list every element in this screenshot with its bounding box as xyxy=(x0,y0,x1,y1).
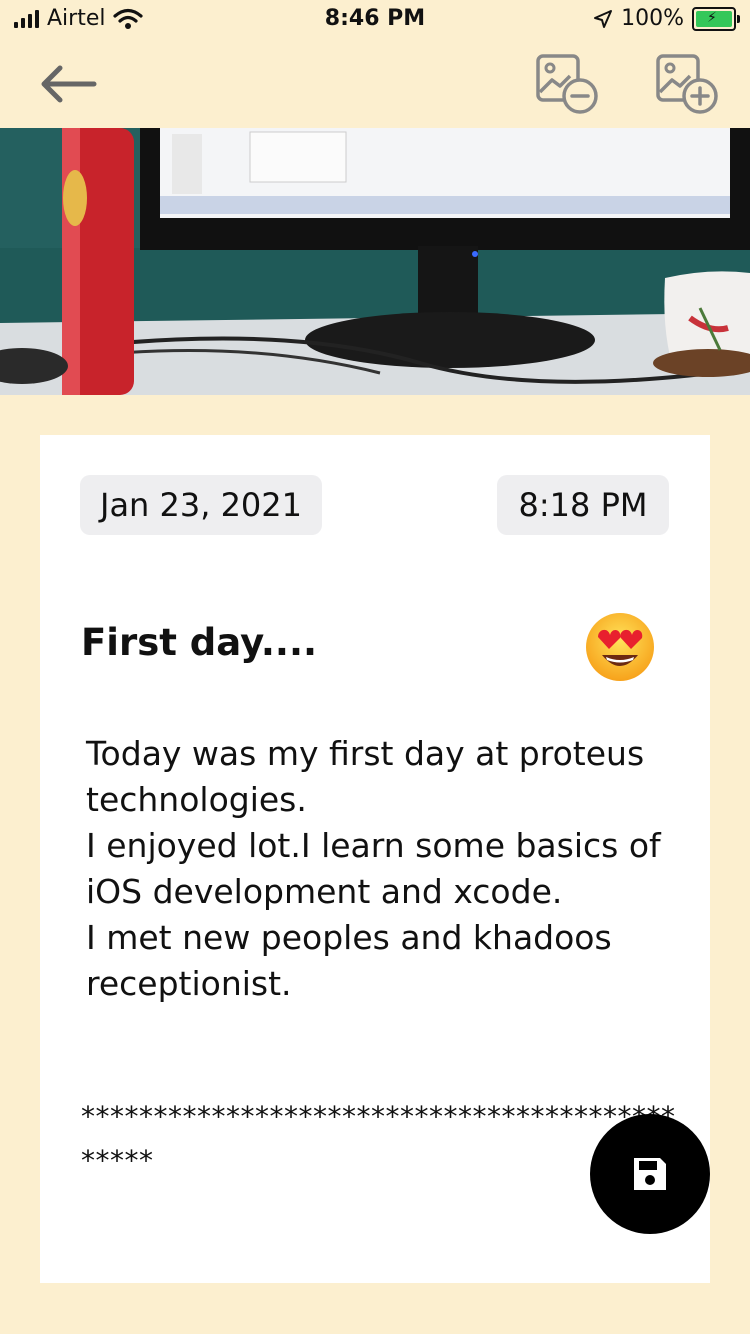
arrow-left-icon xyxy=(41,65,97,103)
mood-button[interactable] xyxy=(584,611,656,683)
image-remove-icon xyxy=(536,54,598,114)
nav-bar xyxy=(0,40,750,128)
heart-eyes-emoji-icon xyxy=(586,613,654,681)
date-picker-button[interactable]: Jan 23, 2021 xyxy=(80,475,322,535)
back-button[interactable] xyxy=(36,60,100,108)
entry-title[interactable]: First day.... xyxy=(81,621,317,664)
entry-body[interactable]: Today was my first day at proteus techno… xyxy=(86,731,666,1007)
location-icon xyxy=(594,9,613,28)
image-add-icon xyxy=(656,54,718,114)
add-image-button[interactable] xyxy=(654,52,722,116)
status-right: 100% ⚡ xyxy=(593,6,740,31)
remove-image-button[interactable] xyxy=(534,52,602,116)
entry-photo xyxy=(0,128,750,395)
battery-percent: 100% xyxy=(621,6,684,31)
status-bar: Airtel 8:46 PM 100% ⚡ xyxy=(0,0,750,40)
desk-photo-image xyxy=(0,128,750,395)
save-button[interactable] xyxy=(590,1114,710,1234)
battery-icon: ⚡ xyxy=(692,6,740,31)
save-icon xyxy=(634,1158,666,1190)
time-picker-button[interactable]: 8:18 PM xyxy=(497,475,669,535)
